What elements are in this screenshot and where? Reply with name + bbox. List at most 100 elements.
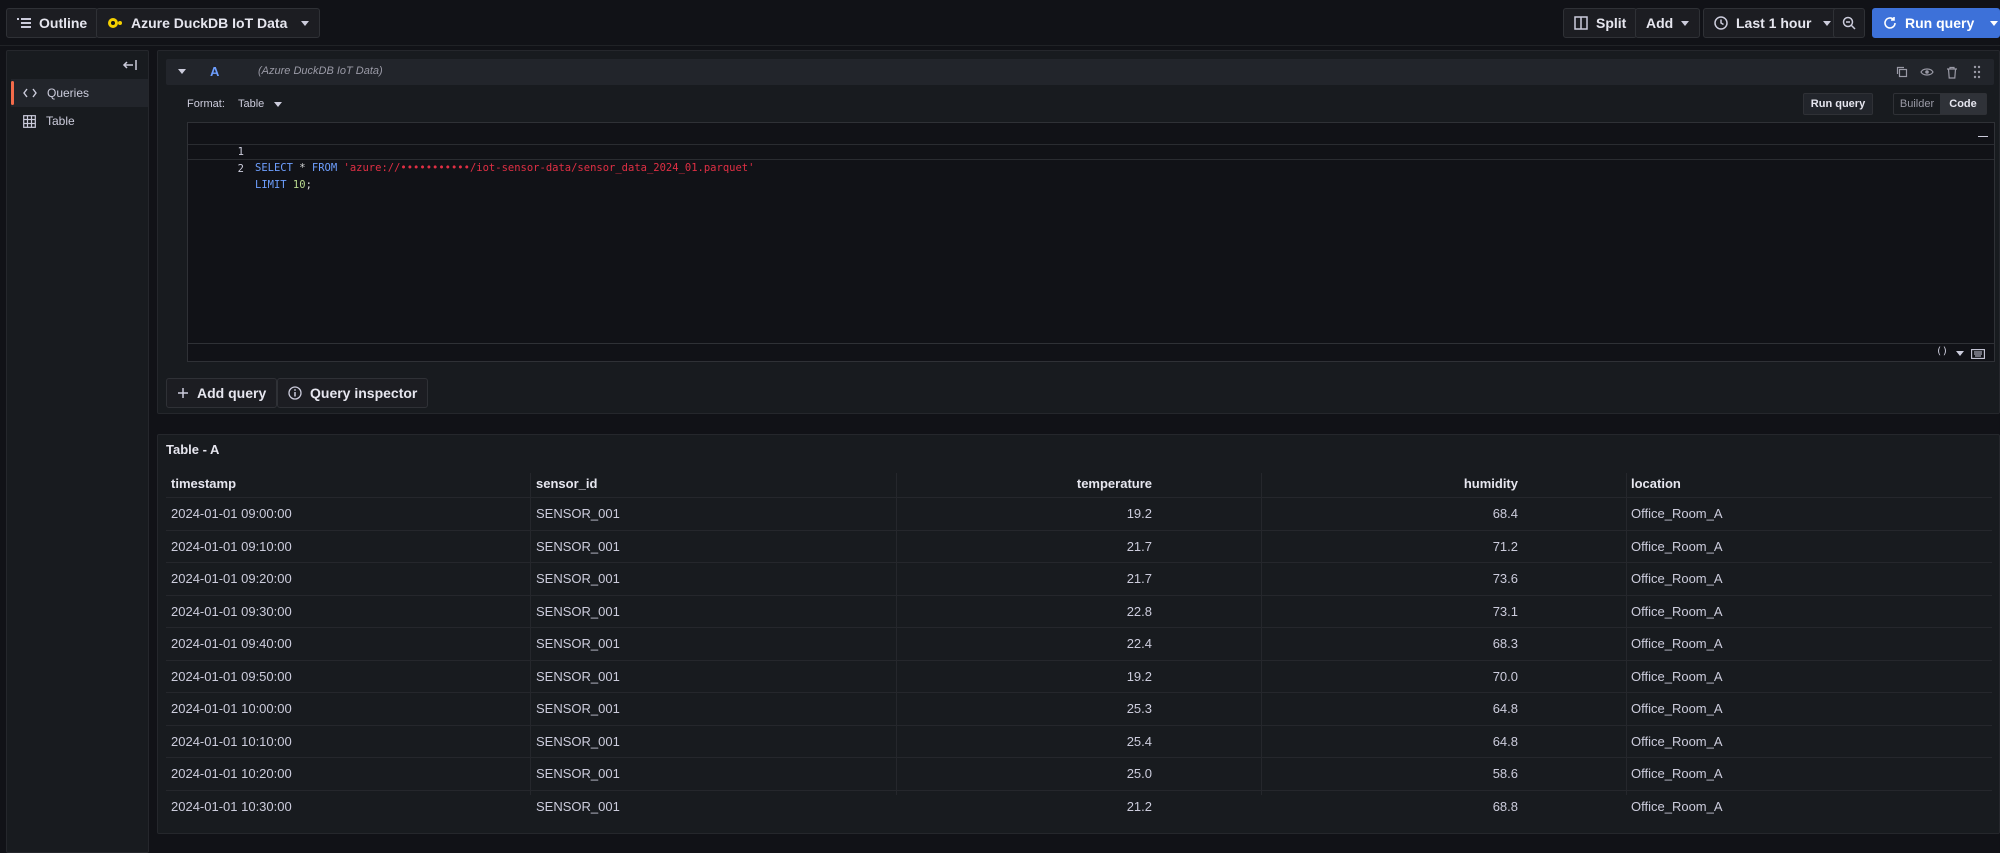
cell-sensor-id: SENSOR_001 — [536, 636, 620, 651]
format-value: Table — [238, 98, 265, 110]
sql-keyword: FROM — [311, 162, 338, 174]
cell-temperature: 21.7 — [1126, 538, 1152, 554]
code-mode-option[interactable]: Code — [1940, 94, 1986, 114]
sql-number: 10 — [286, 179, 306, 191]
cell-humidity: 64.8 — [1492, 701, 1518, 716]
sql-keyword: LIMIT — [255, 179, 287, 191]
format-select[interactable]: Table — [238, 93, 283, 115]
drag-icon[interactable] — [1968, 63, 1986, 81]
editor-mode-toggle: Builder Code — [1893, 93, 1987, 115]
cell-humidity: 73.1 — [1492, 603, 1518, 619]
cell-location: Office_Room_A — [1631, 701, 1723, 716]
collapse-row-chevron-icon[interactable] — [178, 69, 186, 74]
query-row-header: A (Azure DuckDB IoT Data) — [166, 59, 1994, 85]
cell-location: Office_Room_A — [1631, 603, 1723, 619]
outline-button[interactable]: Outline — [6, 8, 99, 38]
clock-icon — [1714, 16, 1728, 30]
cell-location: Office_Room_A — [1631, 538, 1723, 554]
zoom-out-icon — [1842, 16, 1856, 30]
minimap-indicator — [1978, 136, 1988, 137]
split-label: Split — [1596, 15, 1627, 31]
table-icon — [23, 114, 36, 128]
chevron-down-icon[interactable] — [1956, 351, 1964, 356]
sql-star: * — [292, 162, 312, 174]
cell-location: Office_Room_A — [1631, 636, 1723, 651]
info-icon — [288, 386, 302, 400]
cell-temperature: 21.7 — [1126, 571, 1152, 586]
sql-keyword: SELECT — [255, 162, 293, 174]
cell-timestamp: 2024-01-01 09:40:00 — [171, 636, 292, 651]
cell-location: Office_Room_A — [1631, 668, 1723, 684]
cell-humidity: 71.2 — [1492, 538, 1518, 554]
top-toolbar: Outline Azure DuckDB IoT Data Split Add … — [0, 0, 2000, 46]
cell-location: Office_Room_A — [1631, 798, 1723, 814]
cell-temperature: 25.0 — [1126, 766, 1152, 781]
builder-mode-option[interactable]: Builder — [1894, 94, 1940, 114]
time-range-picker[interactable]: Last 1 hour — [1703, 8, 1843, 38]
keyboard-icon[interactable] — [1971, 347, 1985, 362]
cell-sensor-id: SENSOR_001 — [536, 506, 620, 521]
query-ref-id[interactable]: A — [210, 64, 219, 79]
cell-sensor-id: SENSOR_001 — [536, 733, 620, 749]
cell-humidity: 68.8 — [1492, 798, 1518, 814]
column-header-sensor-id[interactable]: sensor_id — [536, 476, 597, 491]
chevron-down-icon — [1823, 20, 1832, 26]
cell-temperature: 21.2 — [1126, 798, 1152, 814]
collapse-icon[interactable] — [122, 59, 138, 74]
add-query-button[interactable]: Add query — [166, 378, 278, 408]
datasource-name: Azure DuckDB IoT Data — [131, 15, 288, 31]
table-panel: Table - A timestamp sensor_id temperatur… — [157, 434, 2000, 834]
chevron-down-icon — [301, 20, 310, 26]
run-query-label: Run query — [1905, 15, 1975, 31]
cell-humidity: 64.8 — [1492, 733, 1518, 749]
run-query-top-button[interactable]: Run query — [1872, 8, 2000, 38]
chevron-down-icon[interactable] — [1990, 20, 1999, 26]
sidebar-item-queries[interactable]: Queries — [11, 79, 148, 107]
cell-humidity: 58.6 — [1492, 766, 1518, 781]
column-header-location[interactable]: location — [1631, 476, 1681, 491]
cell-humidity: 68.3 — [1492, 636, 1518, 651]
sidebar-item-label: Table — [46, 114, 75, 128]
chevron-down-icon — [274, 101, 283, 107]
table-row: 2024-01-01 10:30:00 SENSOR_001 21.2 68.8 Off… — [166, 789, 1992, 822]
query-inspector-button[interactable]: Query inspector — [277, 378, 429, 408]
cell-timestamp: 2024-01-01 10:30:00 — [171, 798, 292, 814]
cell-timestamp: 2024-01-01 09:10:00 — [171, 538, 292, 554]
trash-icon[interactable] — [1943, 63, 1961, 81]
table-row: 2024-01-01 10:00:00 SENSOR_001 25.3 64.8 Off… — [166, 692, 1992, 724]
sidebar-item-label: Queries — [47, 86, 90, 100]
column-header-temperature[interactable]: temperature — [1058, 476, 1152, 491]
column-header-timestamp[interactable]: timestamp — [171, 476, 236, 491]
cell-timestamp: 2024-01-01 10:10:00 — [171, 733, 292, 749]
duckdb-icon — [108, 18, 122, 28]
table-row: 2024-01-01 09:40:00 SENSOR_001 22.4 68.3 Off… — [166, 627, 1992, 659]
cell-location: Office_Room_A — [1631, 506, 1723, 521]
cell-location: Office_Room_A — [1631, 571, 1723, 586]
column-header-humidity[interactable]: humidity — [1418, 476, 1518, 491]
query-editor-panel: A (Azure DuckDB IoT Data) Format: Table … — [157, 50, 2000, 414]
cell-location: Office_Room_A — [1631, 733, 1723, 749]
copy-icon[interactable] — [1893, 63, 1911, 81]
cell-location: Office_Room_A — [1631, 766, 1723, 781]
datasource-picker[interactable]: Azure DuckDB IoT Data — [96, 8, 321, 38]
format-code-icon[interactable]: () — [1936, 346, 1948, 357]
table-row: 2024-01-01 09:00:00 SENSOR_001 19.2 68.4 Off… — [166, 497, 1992, 529]
cell-timestamp: 2024-01-01 09:20:00 — [171, 571, 292, 586]
cell-timestamp: 2024-01-01 09:50:00 — [171, 668, 292, 684]
query-datasource-label: (Azure DuckDB IoT Data) — [258, 65, 383, 77]
cell-timestamp: 2024-01-01 10:20:00 — [171, 766, 292, 781]
split-button[interactable]: Split — [1563, 8, 1638, 38]
sql-code-editor[interactable]: 1 SELECT * FROM 'azure://•••••••••••/iot… — [187, 122, 1995, 362]
split-icon — [1574, 16, 1588, 30]
query-inspector-label: Query inspector — [310, 385, 418, 401]
run-query-button[interactable]: Run query — [1803, 93, 1873, 115]
cell-humidity: 68.4 — [1492, 506, 1518, 521]
add-menu-button[interactable]: Add — [1635, 8, 1701, 38]
eye-icon[interactable] — [1918, 63, 1936, 81]
zoom-out-button[interactable] — [1833, 8, 1865, 38]
cell-sensor-id: SENSOR_001 — [536, 798, 620, 814]
format-label: Format: — [187, 98, 225, 110]
cell-timestamp: 2024-01-01 10:00:00 — [171, 701, 292, 716]
time-range-label: Last 1 hour — [1736, 15, 1812, 31]
sidebar-item-table[interactable]: Table — [11, 107, 148, 135]
